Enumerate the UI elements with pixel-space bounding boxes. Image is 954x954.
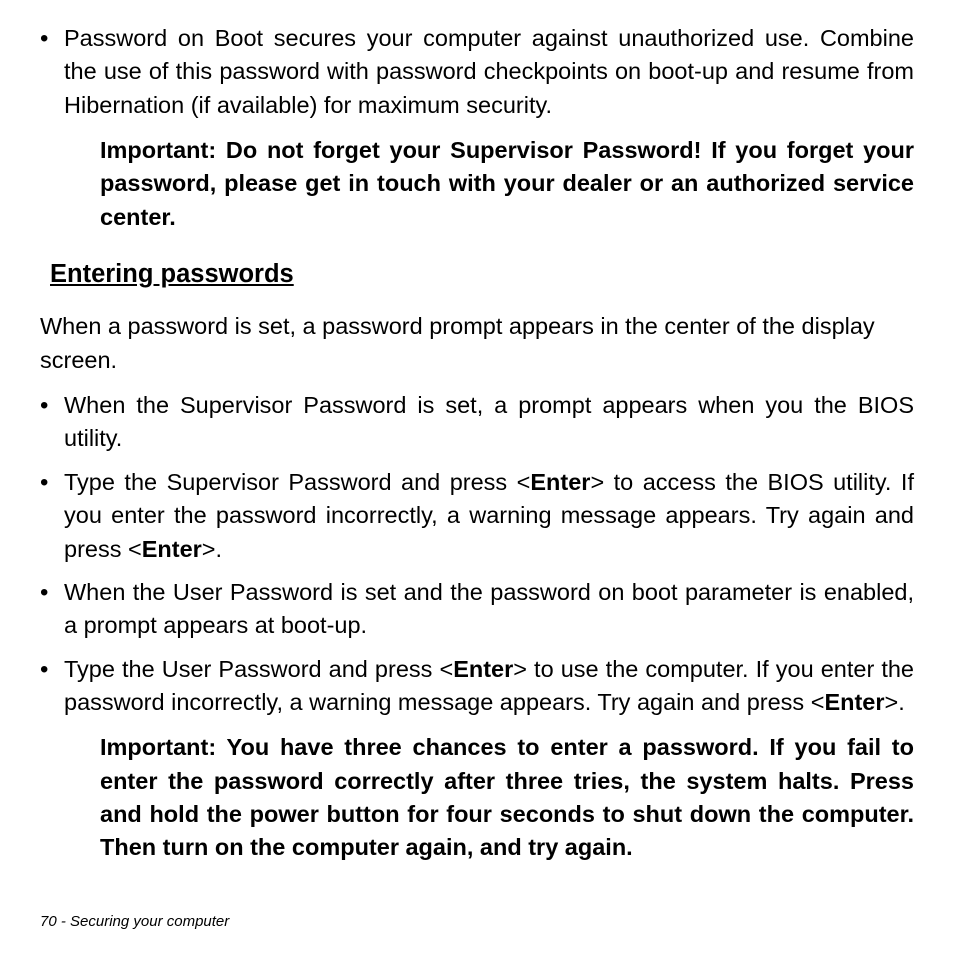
top-bullet-list: Password on Boot secures your computer a… — [40, 22, 914, 122]
mid-bullet-list: When the Supervisor Password is set, a p… — [40, 389, 914, 719]
key-label: Enter — [142, 536, 202, 562]
page-footer: 70 - Securing your computer — [40, 911, 229, 932]
section-heading: Entering passwords — [50, 256, 914, 292]
text-segment: >. — [202, 536, 222, 562]
list-item: When the User Password is set and the pa… — [64, 576, 914, 643]
key-label: Enter — [824, 689, 884, 715]
intro-paragraph: When a password is set, a password promp… — [40, 310, 914, 377]
key-label: Enter — [453, 656, 513, 682]
list-item: Type the Supervisor Password and press <… — [64, 466, 914, 566]
important-note-bottom: Important: You have three chances to ent… — [100, 729, 914, 864]
text-segment: Type the Supervisor Password and press < — [64, 469, 530, 495]
list-item: Type the User Password and press <Enter>… — [64, 653, 914, 720]
text-segment: Type the User Password and press < — [64, 656, 453, 682]
list-item: When the Supervisor Password is set, a p… — [64, 389, 914, 456]
text-segment: >. — [885, 689, 905, 715]
important-note-top: Important: Do not forget your Supervisor… — [100, 132, 914, 234]
list-item: Password on Boot secures your computer a… — [64, 22, 914, 122]
key-label: Enter — [530, 469, 590, 495]
